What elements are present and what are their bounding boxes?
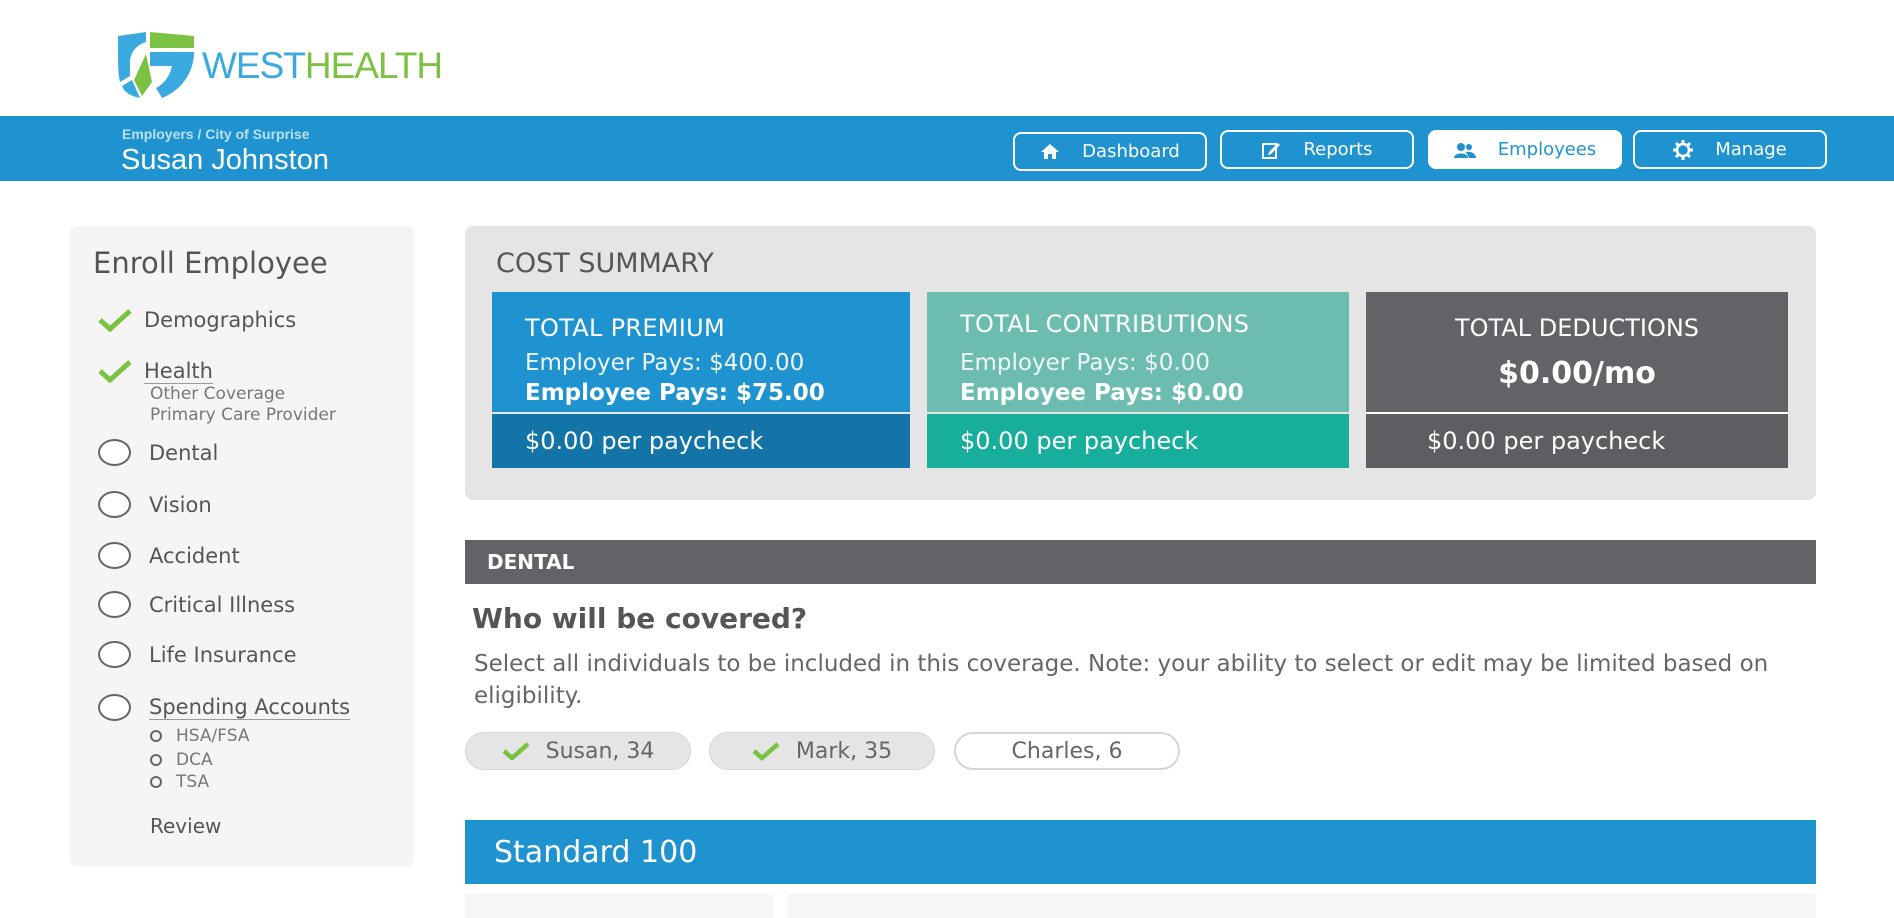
card-upper: TOTAL DEDUCTIONS $0.00/mo: [1366, 292, 1788, 412]
users-icon: [1453, 142, 1476, 158]
nav-reports-label: Reports: [1303, 139, 1373, 160]
westhealth-logo[interactable]: WESTHEALTH: [116, 32, 443, 100]
per-paycheck: $0.00 per paycheck: [927, 414, 1349, 468]
sidebar-subitem-primary-care[interactable]: Primary Care Provider: [150, 405, 336, 425]
employer-pays: Employer Pays: $400.00: [525, 350, 805, 376]
cost-summary-title: COST SUMMARY: [496, 248, 714, 279]
sidebar-subitem-label: TSA: [176, 772, 210, 792]
employee-pays: Employee Pays: $0.00: [960, 380, 1244, 406]
nav-employees-label: Employees: [1497, 139, 1597, 160]
sidebar-item-label: Dental: [149, 440, 219, 465]
cost-summary-panel: COST SUMMARY TOTAL PREMIUM Employer Pays…: [465, 226, 1816, 500]
deductions-amount: $0.00/mo: [1498, 356, 1656, 391]
member-label: Charles, 6: [1011, 738, 1123, 764]
logo-health: HEALTH: [304, 45, 443, 86]
per-paycheck: $0.00 per paycheck: [492, 414, 910, 468]
sidebar-item-label: Spending Accounts: [149, 695, 351, 720]
member-label: Susan, 34: [545, 738, 655, 764]
nav-manage-label: Manage: [1715, 139, 1787, 160]
gear-icon: [1673, 139, 1694, 160]
plan-details-right: [788, 894, 1816, 918]
sidebar-title: Enroll Employee: [93, 246, 328, 280]
sidebar-subitem-tsa[interactable]: TSA: [150, 772, 209, 792]
sidebar-item-critical-illness[interactable]: Critical Illness: [98, 591, 295, 618]
sidebar-item-dental[interactable]: Dental: [98, 439, 218, 466]
member-toggle-susan[interactable]: Susan, 34: [465, 732, 691, 770]
sidebar-subitem-label: HSA/FSA: [176, 726, 250, 746]
per-paycheck: $0.00 per paycheck: [1366, 412, 1788, 468]
sidebar-item-demographics[interactable]: Demographics: [98, 306, 296, 334]
member-toggle-mark[interactable]: Mark, 35: [709, 732, 935, 770]
dental-section-header: DENTAL: [465, 540, 1816, 584]
sidebar-item-label: Demographics: [144, 308, 297, 332]
sidebar-subitem-other-coverage[interactable]: Other Coverage: [150, 384, 285, 404]
card-heading: TOTAL PREMIUM: [525, 314, 726, 342]
total-deductions-card: TOTAL DEDUCTIONS $0.00/mo $0.00 per payc…: [1366, 292, 1788, 468]
nav-employees-button[interactable]: Employees: [1428, 130, 1622, 169]
bullet-circle-icon: [150, 730, 162, 742]
breadcrumb[interactable]: Employers / City of Surprise: [122, 126, 310, 142]
employee-pays: Employee Pays: $75.00: [525, 380, 825, 406]
sidebar-item-review[interactable]: Review: [150, 814, 221, 838]
check-icon: [502, 742, 530, 761]
sidebar-subitem-dca[interactable]: DCA: [150, 750, 213, 770]
shield-logo-icon: [118, 32, 194, 98]
member-label: Mark, 35: [795, 738, 893, 764]
sidebar-item-label: Vision: [149, 492, 212, 517]
plan-header[interactable]: Standard 100: [465, 820, 1816, 884]
edit-icon: [1262, 142, 1281, 159]
nav-dashboard-label: Dashboard: [1082, 141, 1180, 162]
coverage-question: Who will be covered?: [472, 602, 808, 635]
total-contributions-card: TOTAL CONTRIBUTIONS Employer Pays: $0.00…: [927, 292, 1349, 468]
card-heading: TOTAL CONTRIBUTIONS: [960, 310, 1250, 338]
total-premium-card: TOTAL PREMIUM Employer Pays: $400.00 Emp…: [492, 292, 910, 468]
card-heading: TOTAL DEDUCTIONS: [1454, 314, 1700, 342]
member-toggle-charles[interactable]: Charles, 6: [954, 732, 1180, 770]
employee-name: Susan Johnston: [121, 144, 329, 176]
nav-manage-button[interactable]: Manage: [1633, 130, 1827, 169]
sidebar-item-vision[interactable]: Vision: [98, 491, 212, 518]
step-status-circle: [98, 641, 131, 668]
sidebar-item-health[interactable]: Health: [98, 357, 213, 385]
sidebar-subitem-label: DCA: [176, 750, 213, 770]
logo-wordmark: WESTHEALTH: [202, 45, 443, 87]
check-icon: [752, 742, 780, 761]
nav-reports-button[interactable]: Reports: [1220, 130, 1414, 169]
check-icon: [98, 309, 132, 332]
home-icon: [1041, 144, 1060, 159]
coverage-description: Select all individuals to be included in…: [474, 651, 1769, 709]
sidebar-item-life-insurance[interactable]: Life Insurance: [98, 641, 297, 668]
step-status-circle: [98, 542, 131, 569]
card-upper: TOTAL CONTRIBUTIONS Employer Pays: $0.00…: [927, 292, 1349, 412]
step-status-circle: [98, 439, 131, 466]
sidebar-item-label: Accident: [149, 543, 240, 568]
card-upper: TOTAL PREMIUM Employer Pays: $400.00 Emp…: [492, 292, 910, 412]
step-status-circle: [98, 694, 131, 721]
sidebar-subitem-hsa-fsa[interactable]: HSA/FSA: [150, 726, 249, 746]
sidebar-item-accident[interactable]: Accident: [98, 542, 240, 569]
enroll-sidebar: Enroll Employee Demographics Health Othe…: [70, 226, 414, 866]
sidebar-item-label: Life Insurance: [149, 642, 297, 667]
sidebar-item-spending-accounts[interactable]: Spending Accounts: [98, 694, 351, 721]
check-icon: [98, 360, 132, 383]
top-bar: Employers / City of Surprise Susan Johns…: [0, 116, 1894, 181]
nav-dashboard-button[interactable]: Dashboard: [1013, 132, 1207, 171]
logo-west: WEST: [202, 45, 306, 86]
bullet-circle-icon: [150, 776, 162, 788]
sidebar-item-label: Health: [144, 358, 213, 384]
employer-pays: Employer Pays: $0.00: [960, 350, 1210, 376]
step-status-circle: [98, 491, 131, 518]
plan-details-left: [465, 894, 773, 918]
sidebar-item-label: Critical Illness: [149, 592, 296, 617]
bullet-circle-icon: [150, 754, 162, 766]
step-status-circle: [98, 591, 131, 618]
